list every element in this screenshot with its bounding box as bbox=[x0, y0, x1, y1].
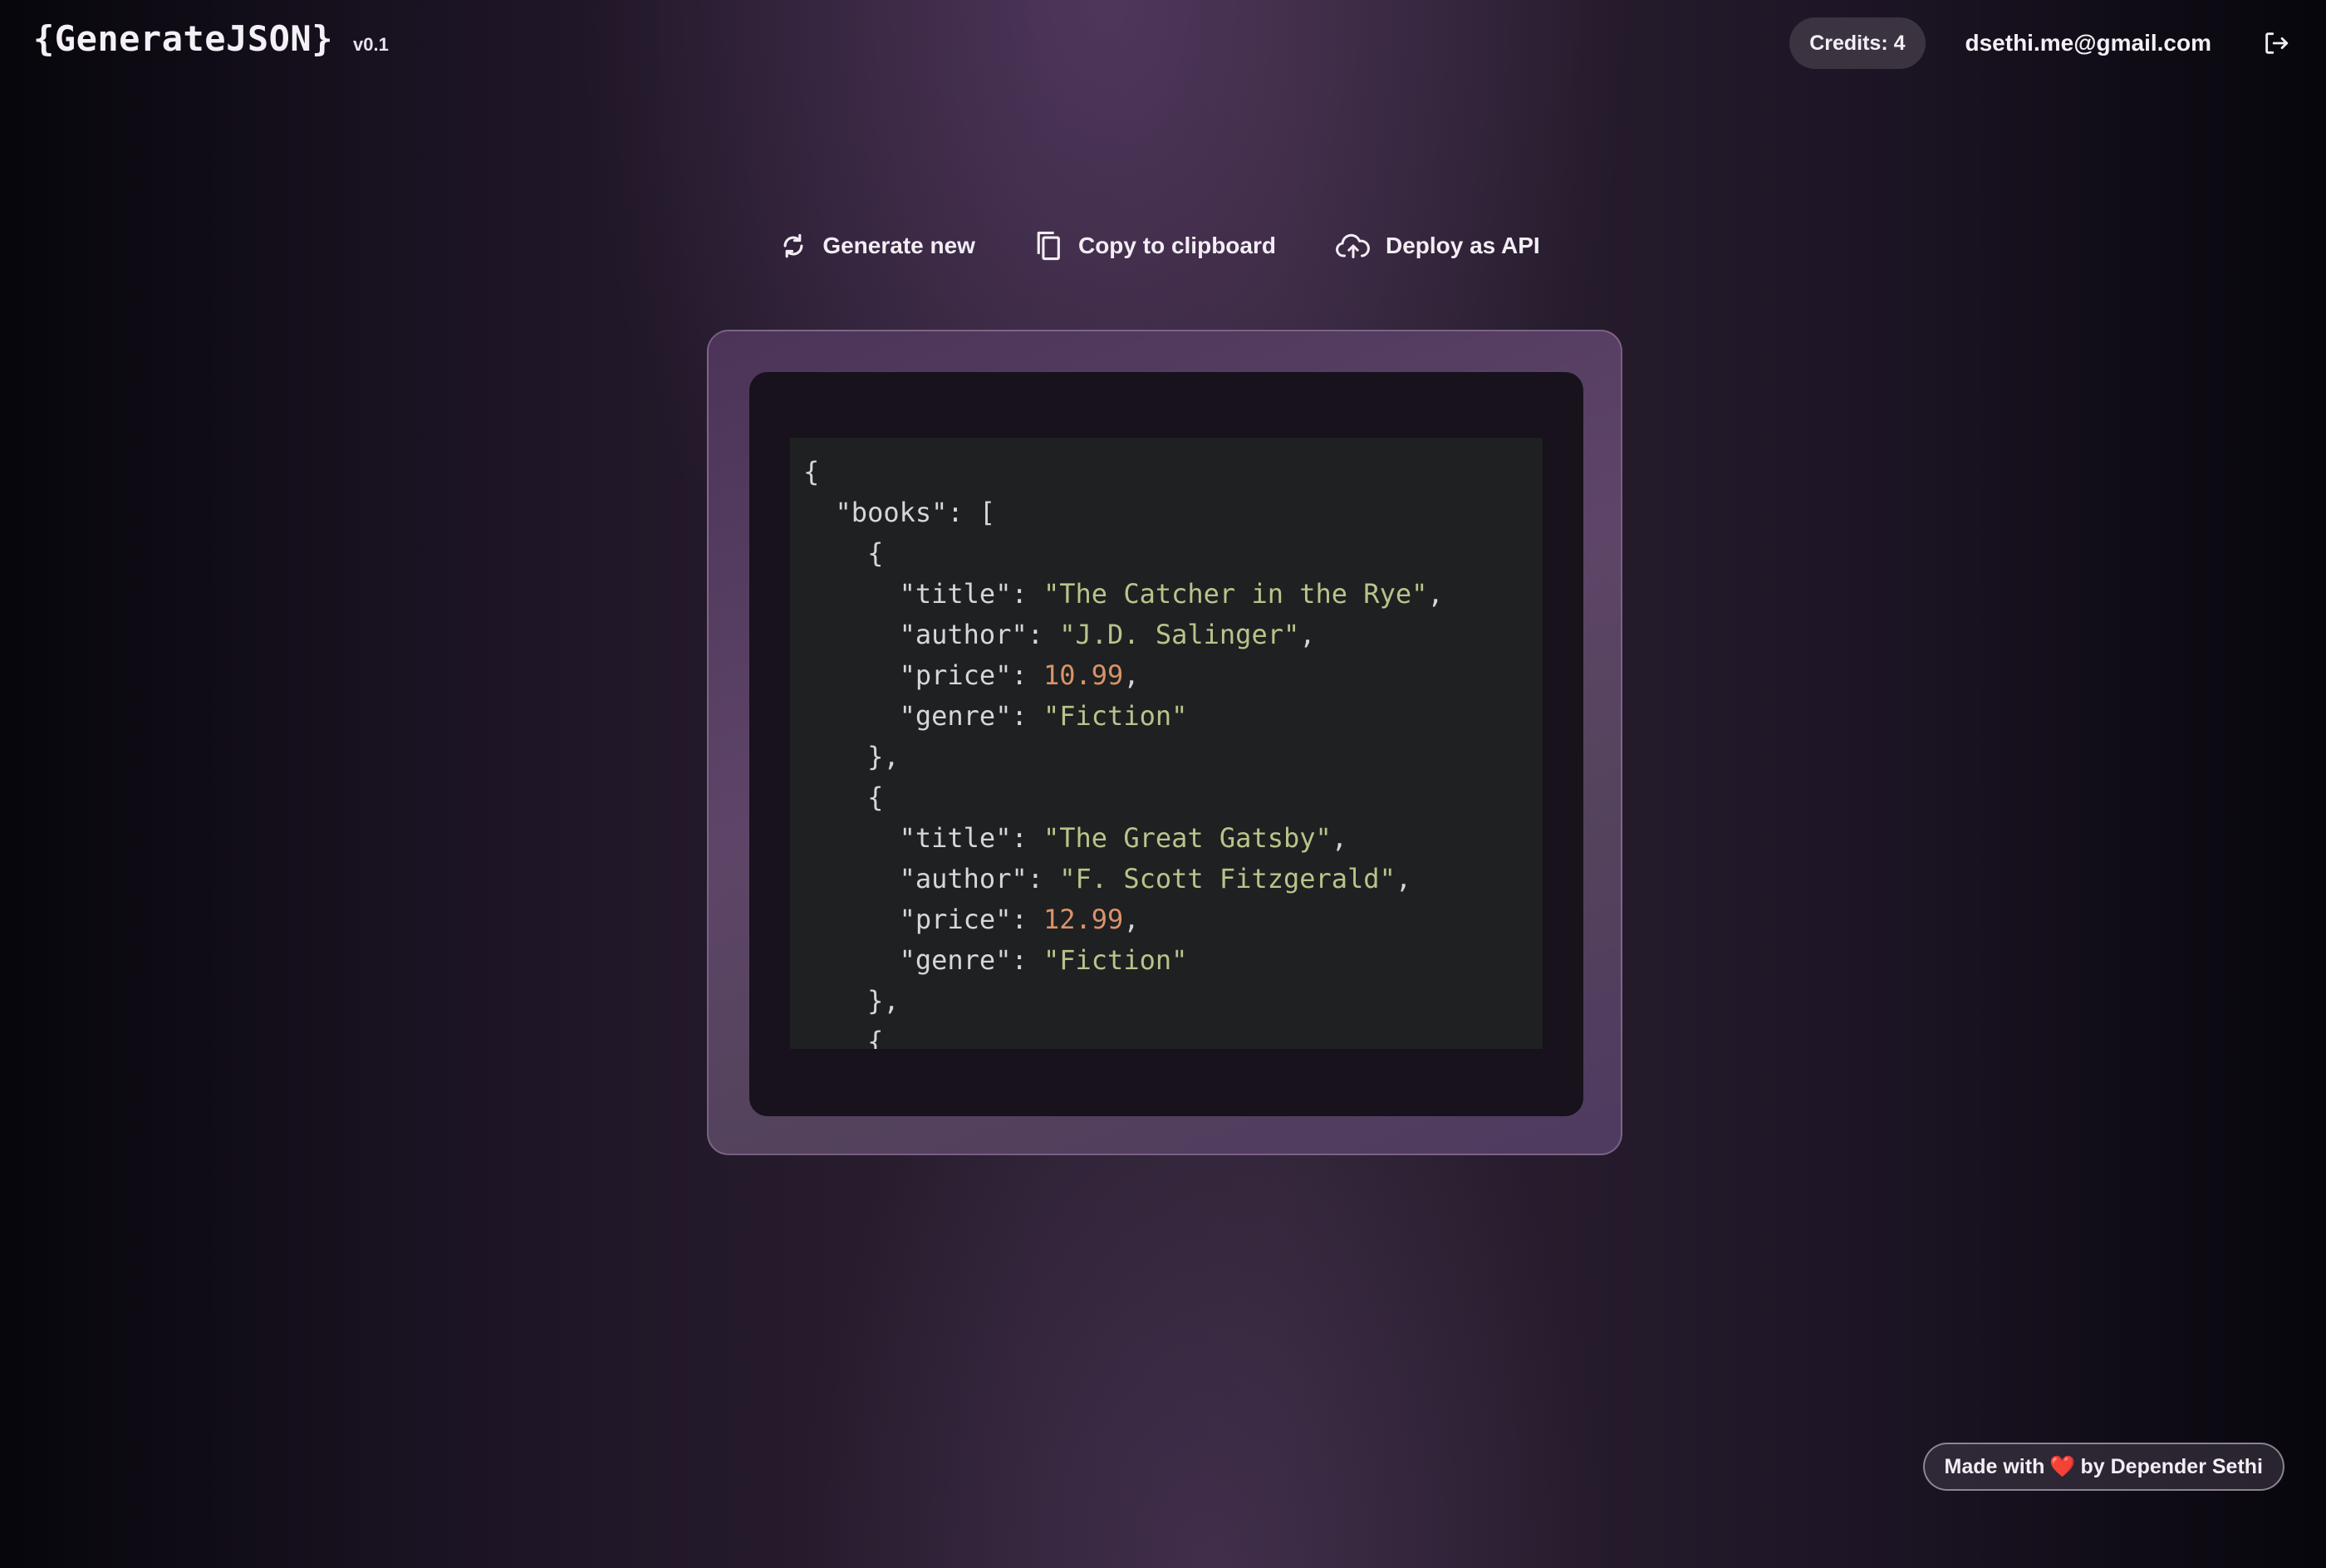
code-token: : bbox=[1011, 944, 1043, 976]
copy-icon bbox=[1037, 231, 1060, 261]
code-token: }, bbox=[803, 741, 900, 772]
copy-to-clipboard-label: Copy to clipboard bbox=[1077, 233, 1276, 258]
code-token: "F. Scott Fitzgerald" bbox=[1059, 863, 1396, 894]
version-label: v0.1 bbox=[353, 34, 389, 55]
code-token: { bbox=[803, 537, 884, 569]
code-token: "The Catcher in the Rye" bbox=[1043, 578, 1428, 610]
logo-text: {GenerateJSON} bbox=[33, 18, 334, 59]
cloud-upload-icon bbox=[1336, 233, 1370, 258]
code-token: }, bbox=[803, 985, 900, 1017]
user-email: dsethi.me@gmail.com bbox=[1965, 30, 2212, 56]
generate-new-label: Generate new bbox=[822, 233, 975, 258]
code-token: , bbox=[1427, 578, 1444, 610]
code-line: "title": "The Catcher in the Rye", bbox=[803, 574, 1543, 615]
code-line: }, bbox=[803, 981, 1543, 1022]
app-logo[interactable]: {GenerateJSON} v0.1 bbox=[33, 18, 389, 59]
code-token: : bbox=[1027, 863, 1060, 894]
code-token: : bbox=[1011, 659, 1043, 691]
code-token: "genre" bbox=[899, 944, 1012, 976]
code-token: , bbox=[1123, 904, 1140, 935]
credits-badge: Credits: 4 bbox=[1789, 17, 1926, 69]
code-line: }, bbox=[803, 737, 1543, 777]
code-token: "title" bbox=[899, 822, 1012, 854]
header-account: Credits: 4 dsethi.me@gmail.com bbox=[1789, 17, 2293, 69]
code-token: "books" bbox=[835, 497, 948, 528]
code-token: : bbox=[1011, 578, 1043, 610]
code-line: "title": "The Great Gatsby", bbox=[803, 818, 1543, 859]
code-line: "author": "F. Scott Fitzgerald", bbox=[803, 859, 1543, 899]
code-token: { bbox=[803, 456, 820, 488]
code-line: "books": [ bbox=[803, 492, 1543, 533]
code-token: "Fiction" bbox=[1043, 700, 1188, 732]
code-token: "price" bbox=[899, 659, 1012, 691]
action-toolbar: Generate new Copy to clipboard Deploy as… bbox=[0, 224, 2323, 267]
author-credit-text: by Depender Sethi bbox=[2080, 1454, 2264, 1478]
code-line: "price": 12.99, bbox=[803, 899, 1543, 940]
code-token: "author" bbox=[899, 863, 1028, 894]
code-token: : bbox=[1011, 700, 1043, 732]
refresh-icon bbox=[783, 233, 803, 258]
logout-button[interactable] bbox=[2260, 27, 2293, 60]
code-token: : bbox=[1011, 904, 1043, 935]
code-token: "title" bbox=[899, 578, 1012, 610]
code-token: { bbox=[803, 782, 884, 813]
code-token: "J.D. Salinger" bbox=[1059, 619, 1300, 650]
output-frame: { "books": [ { "title": "The Catcher in … bbox=[707, 330, 1622, 1155]
code-token: : bbox=[1011, 822, 1043, 854]
code-token: "genre" bbox=[899, 700, 1012, 732]
made-with-text: Made with bbox=[1944, 1454, 2045, 1478]
code-line: "author": "J.D. Salinger", bbox=[803, 615, 1543, 655]
code-token: "author" bbox=[899, 619, 1028, 650]
code-token: "price" bbox=[899, 904, 1012, 935]
code-line: { bbox=[803, 1022, 1543, 1049]
code-token: : bbox=[1027, 619, 1060, 650]
code-token: , bbox=[1331, 822, 1348, 854]
code-token: , bbox=[1395, 863, 1412, 894]
code-token: : [ bbox=[947, 497, 996, 528]
output-panel: { "books": [ { "title": "The Catcher in … bbox=[749, 372, 1583, 1116]
code-line: "genre": "Fiction" bbox=[803, 940, 1543, 981]
deploy-as-api-button[interactable]: Deploy as API bbox=[1336, 224, 1540, 267]
code-line: { bbox=[803, 533, 1543, 574]
code-token: , bbox=[1123, 659, 1140, 691]
deploy-as-api-label: Deploy as API bbox=[1385, 233, 1540, 258]
code-token: { bbox=[803, 1026, 884, 1049]
code-line: { bbox=[803, 452, 1543, 492]
code-line: "genre": "Fiction" bbox=[803, 696, 1543, 737]
code-token: 12.99 bbox=[1043, 904, 1124, 935]
generate-new-button[interactable]: Generate new bbox=[779, 224, 975, 267]
code-line: { bbox=[803, 777, 1543, 818]
code-token: 10.99 bbox=[1043, 659, 1124, 691]
copy-to-clipboard-button[interactable]: Copy to clipboard bbox=[1035, 224, 1276, 267]
json-code-block[interactable]: { "books": [ { "title": "The Catcher in … bbox=[790, 438, 1543, 1049]
code-token: "Fiction" bbox=[1043, 944, 1188, 976]
code-line: "price": 10.99, bbox=[803, 655, 1543, 696]
made-with-badge[interactable]: Made with ❤️ by Depender Sethi bbox=[1922, 1443, 2284, 1491]
code-token: "The Great Gatsby" bbox=[1043, 822, 1332, 854]
logout-icon bbox=[2265, 32, 2289, 54]
code-token: , bbox=[1299, 619, 1316, 650]
heart-icon: ❤️ bbox=[2049, 1454, 2076, 1478]
